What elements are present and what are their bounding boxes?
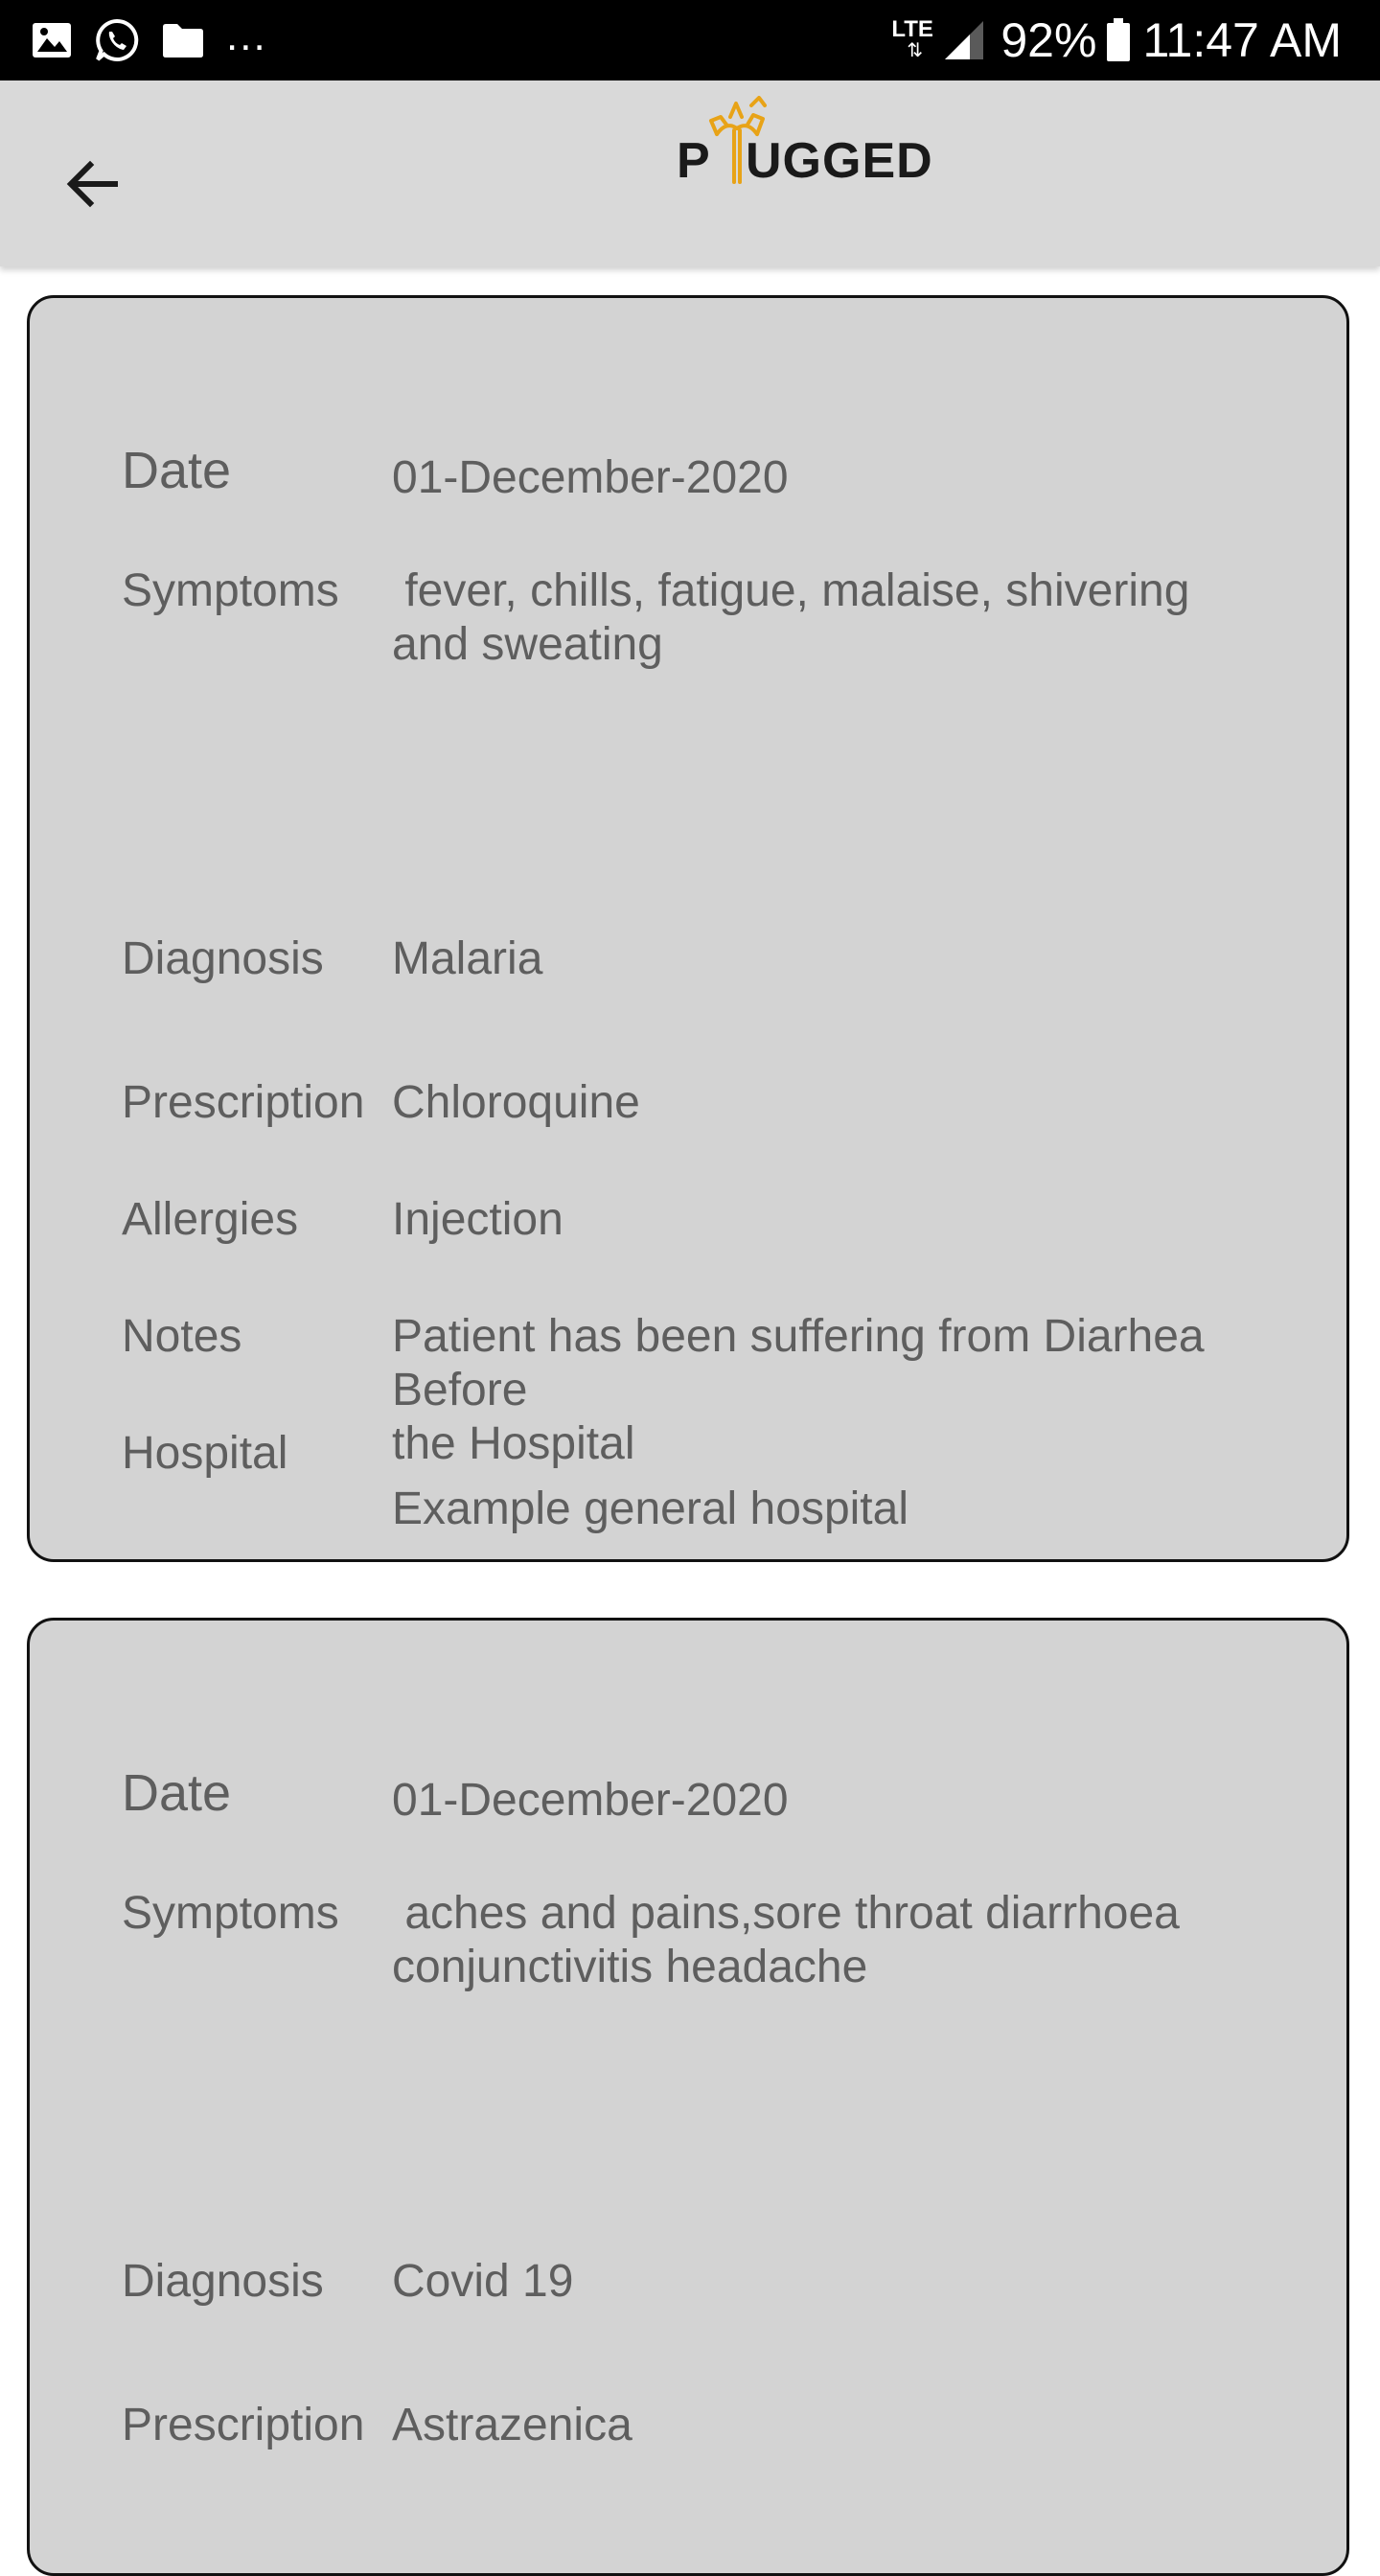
battery-percent: 92% bbox=[1000, 13, 1097, 67]
prescription-label: Prescription bbox=[122, 1077, 365, 1128]
app-bar: P UGGED bbox=[0, 80, 1380, 266]
allergies-label: Allergies bbox=[122, 1194, 299, 1245]
folder-icon bbox=[161, 21, 205, 59]
back-button[interactable] bbox=[38, 130, 146, 238]
prescription-label: Prescription bbox=[122, 2400, 365, 2450]
hospital-label: Hospital bbox=[122, 1428, 288, 1479]
more-notifications-indicator: ... bbox=[226, 12, 267, 59]
status-bar: ... LTE ⇅ 92% 11:47 AM bbox=[0, 0, 1380, 80]
allergies-value: Injection bbox=[392, 1194, 564, 1245]
arrow-back-icon bbox=[66, 160, 118, 208]
notes-label: Notes bbox=[122, 1311, 242, 1362]
date-label: Date bbox=[122, 1764, 232, 1822]
symptoms-value: fever, chills, fatigue, malaise, shiveri… bbox=[392, 565, 1190, 670]
symptoms-label: Symptoms bbox=[122, 1888, 339, 1939]
date-value: 01-December-2020 bbox=[392, 1775, 789, 1826]
prescription-value: Astrazenica bbox=[392, 2400, 632, 2450]
medical-record-card[interactable]: Date 01-December-2020 Symptoms aches and… bbox=[27, 1618, 1349, 2576]
date-value: 01-December-2020 bbox=[392, 452, 789, 503]
hospital-value: Example general hospital bbox=[392, 1484, 908, 1534]
diagnosis-value: Covid 19 bbox=[392, 2256, 574, 2307]
medical-record-card[interactable]: Date 01-December-2020 Symptoms fever, ch… bbox=[27, 295, 1349, 1562]
diagnosis-label: Diagnosis bbox=[122, 933, 324, 984]
image-icon bbox=[31, 21, 73, 59]
whatsapp-icon bbox=[94, 17, 140, 63]
diagnosis-value: Malaria bbox=[392, 933, 543, 984]
symptoms-value: aches and pains,sore throat diarrhoea co… bbox=[392, 1888, 1180, 1992]
notes-value: Patient has been suffering from Diarhea … bbox=[392, 1311, 1205, 1469]
diagnosis-label: Diagnosis bbox=[122, 2256, 324, 2307]
plugged-logo: P UGGED bbox=[671, 94, 932, 209]
battery-icon bbox=[1106, 18, 1131, 62]
prescription-value: Chloroquine bbox=[392, 1077, 640, 1128]
signal-icon bbox=[943, 19, 985, 61]
lte-icon: LTE ⇅ bbox=[891, 16, 933, 61]
clock: 11:47 AM bbox=[1142, 13, 1342, 67]
date-label: Date bbox=[122, 442, 232, 499]
symptoms-label: Symptoms bbox=[122, 565, 339, 616]
